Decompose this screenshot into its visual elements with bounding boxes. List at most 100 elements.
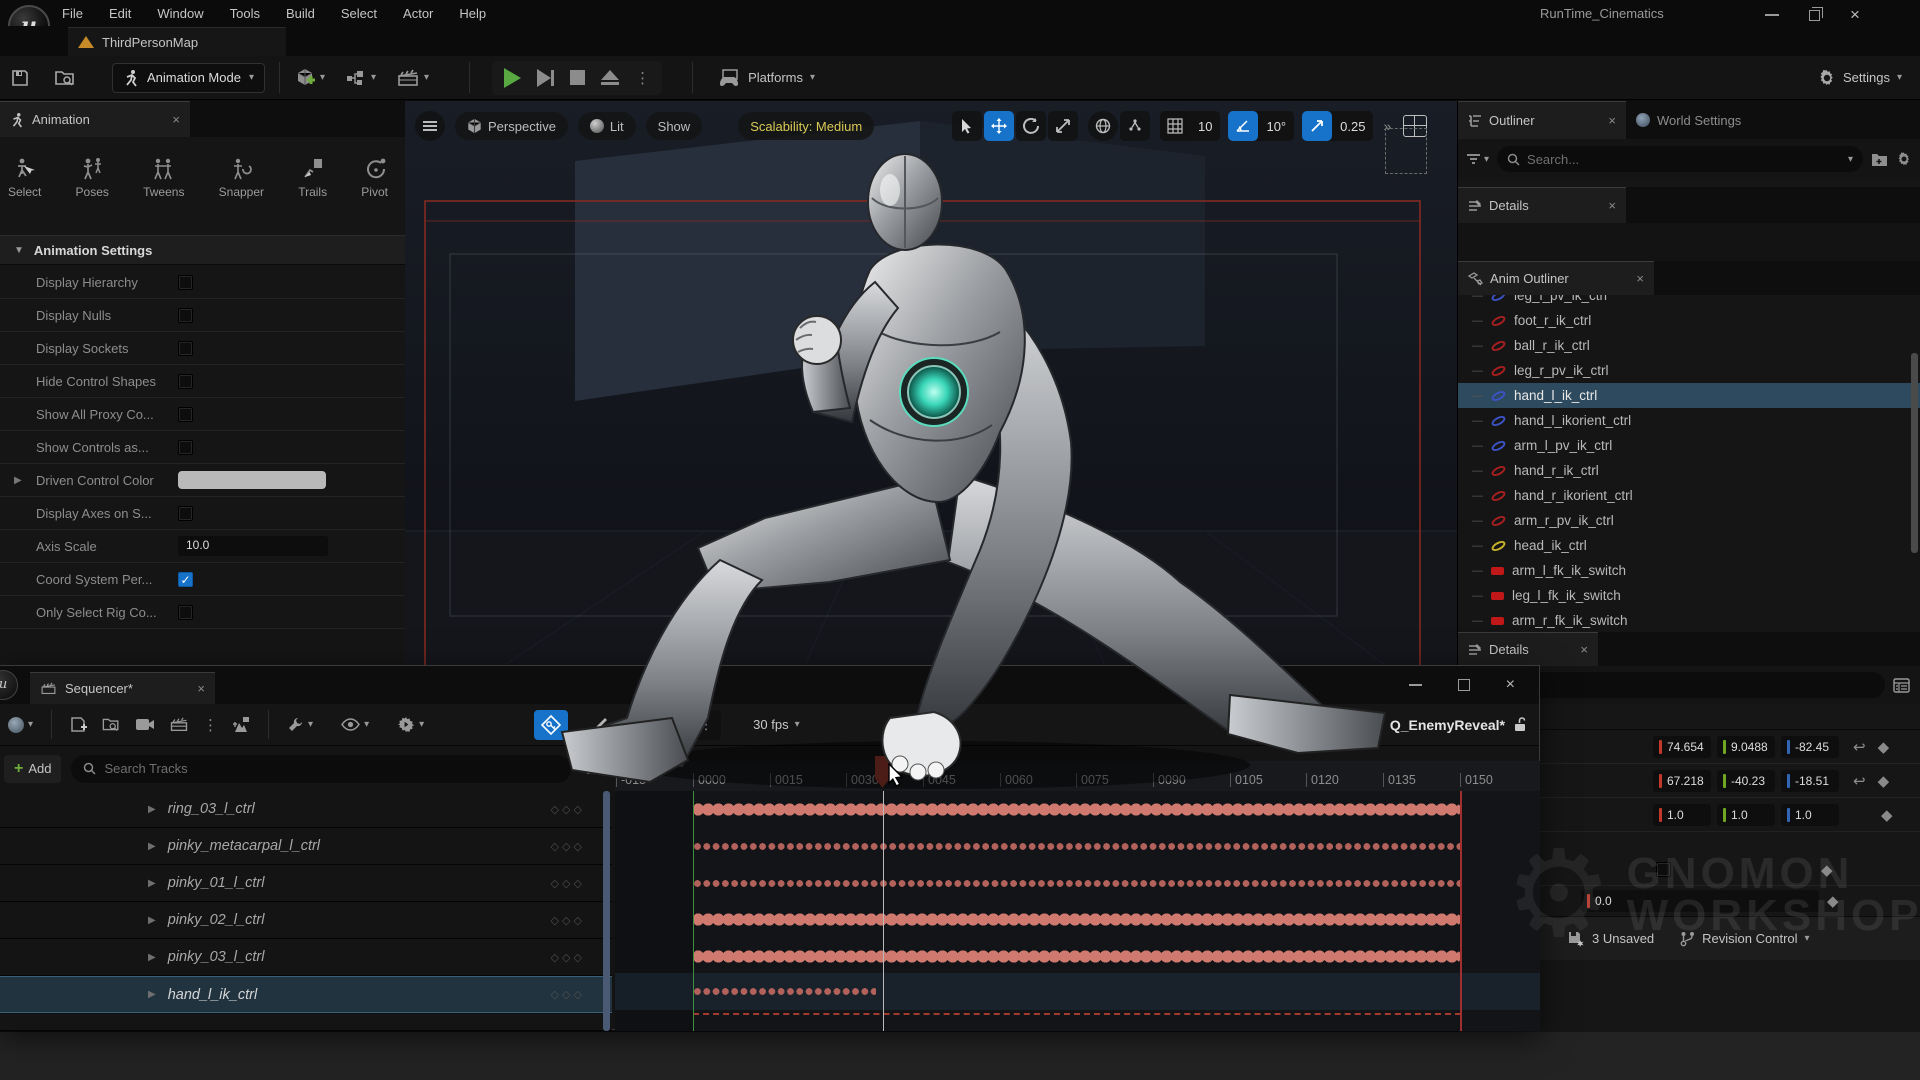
camera-icon[interactable] [135,717,155,732]
cinematics-button[interactable]: ▾ [396,68,429,88]
close-icon[interactable]: × [1580,642,1588,657]
sequencer-close-button[interactable]: × [1506,676,1515,694]
display-axes-checkbox[interactable] [178,506,193,521]
outliner-settings-icon[interactable] [1896,151,1912,167]
keyframe-diamond-icon[interactable]: ◆ [1827,892,1839,910]
tool-snapper[interactable]: Snapper [219,157,264,199]
rotation-y-field[interactable]: -40.23 [1717,770,1775,792]
track-row-selected[interactable]: ▶hand_l_ik_ctrl◇ ◇ ◇ [0,976,612,1013]
perspective-button[interactable]: Perspective [455,112,568,140]
track-row[interactable]: ▶pinky_03_l_ctrl◇ ◇ ◇ [0,939,612,976]
list-item[interactable]: —arm_r_fk_ik_switch [1458,608,1920,632]
keyframe-diamond-icon[interactable]: ◆ [1881,806,1893,824]
keyframe-diamond-icon[interactable]: ◆ [1878,738,1890,756]
lock-icon[interactable] [1513,717,1527,732]
tool-pivot[interactable]: Pivot [361,157,388,199]
revision-control-button[interactable]: Revision Control▾ [1680,931,1809,947]
tab-map[interactable]: ThirdPersonMap [68,27,286,56]
show-all-proxy-checkbox[interactable] [178,407,193,422]
list-item[interactable]: —arm_l_pv_ik_ctrl [1458,433,1920,458]
restore-button[interactable] [1809,10,1820,21]
snap-options-icon[interactable]: ⋮ [691,716,721,733]
autokey-button[interactable] [534,710,568,740]
select-tool-button[interactable] [952,111,982,141]
list-item-selected[interactable]: —hand_l_ik_ctrl [1458,383,1920,408]
tab-details-lower[interactable]: Details × [1458,632,1598,666]
world-coord-button[interactable] [1088,111,1118,141]
tool-tweens[interactable]: Tweens [143,157,184,199]
filter-button[interactable]: ▾ [1466,153,1489,165]
reset-icon[interactable]: ↩ [1853,772,1866,790]
track-row[interactable]: ▶pinky_metacarpal_l_ctrl◇ ◇ ◇ [0,828,612,865]
coord-system-checkbox[interactable]: ✓ [178,572,193,587]
play-options-icon[interactable]: ⋮ [635,69,650,87]
track-search-input[interactable]: Search Tracks [71,755,571,783]
list-item[interactable]: —hand_r_ikorient_ctrl [1458,483,1920,508]
stop-button[interactable] [570,70,585,85]
menu-help[interactable]: Help [459,6,486,21]
sequencer-settings-button[interactable]: ▾ [287,716,313,733]
close-icon[interactable]: × [1608,198,1616,213]
angle-snap-button[interactable]: 10° [1228,111,1294,141]
location-y-field[interactable]: 9.0488 [1717,736,1775,758]
list-item[interactable]: —hand_l_ikorient_ctrl [1458,408,1920,433]
create-sequence-icon[interactable] [70,716,87,733]
track-row[interactable] [0,1014,612,1031]
list-item[interactable]: —arm_l_fk_ik_switch [1458,558,1920,583]
display-nulls-checkbox[interactable] [178,308,193,323]
list-item[interactable]: —leg_l_fk_ik_switch [1458,583,1920,608]
viewport-options-button[interactable] [415,111,445,141]
mode-selector[interactable]: Animation Mode ▾ [112,63,265,93]
show-button[interactable]: Show [646,112,703,140]
move-tool-button[interactable] [984,111,1014,141]
tab-outliner[interactable]: Outliner × [1458,101,1626,139]
timeline-ruler[interactable]: -015 0000 0015 0030 0045 0060 0075 0090 … [615,761,1540,791]
play-button[interactable] [504,68,521,88]
menu-tools[interactable]: Tools [230,6,260,21]
surface-snap-button[interactable] [1120,111,1150,141]
display-options-icon[interactable] [1893,678,1910,693]
keyframes-hand-l-ik[interactable] [693,987,876,996]
keyframe-diamond-icon[interactable]: ◆ [1821,861,1833,879]
close-icon[interactable]: × [172,112,180,127]
scale-snap-button[interactable]: 0.25 [1302,111,1373,141]
keyframes-pinky-01[interactable] [693,879,1461,888]
location-x-field[interactable]: 74.654 [1653,736,1711,758]
browse-content-icon[interactable] [54,68,76,88]
menu-build[interactable]: Build [286,6,315,21]
add-track-button[interactable]: +Add [4,755,61,783]
keyframes-pinky-02[interactable] [693,912,1461,927]
scalability-button[interactable]: Scalability: Medium [738,112,874,140]
display-hierarchy-checkbox[interactable] [178,275,193,290]
scrollbar[interactable] [1911,353,1918,553]
extra-checkbox[interactable] [1656,862,1671,877]
save-icon[interactable] [10,68,30,88]
tab-anim-outliner[interactable]: Anim Outliner × [1458,261,1654,295]
lit-button[interactable]: Lit [578,112,636,140]
rotate-tool-button[interactable] [1016,111,1046,141]
overflow-menu-icon[interactable]: ⋮ [203,716,218,734]
track-row[interactable]: ▶ring_03_l_ctrl◇ ◇ ◇ [0,791,612,828]
expand-arrow-icon[interactable]: ▶ [14,475,36,486]
show-controls-as-checkbox[interactable] [178,440,193,455]
scale-x-field[interactable]: 1.0 [1653,804,1711,826]
menu-select[interactable]: Select [341,6,377,21]
unsaved-button[interactable]: 3 Unsaved [1568,931,1654,947]
list-item[interactable]: —hand_r_ik_ctrl [1458,458,1920,483]
add-actor-button[interactable]: ▾ [294,67,325,89]
curve-tool-button[interactable]: ▾ [590,716,619,733]
menu-window[interactable]: Window [157,6,203,21]
view-options-button[interactable]: ▾ [341,718,369,731]
list-item[interactable]: —head_ik_ctrl [1458,533,1920,558]
list-item[interactable]: —leg_r_pv_ik_ctrl [1458,358,1920,383]
browse-sequence-icon[interactable] [101,716,121,733]
tab-details-upper[interactable]: Details × [1458,187,1626,223]
tool-select[interactable]: Select [8,157,41,199]
chevron-down-icon[interactable]: ▾ [1848,154,1853,165]
frame-skip-button[interactable] [537,69,554,87]
tab-sequencer[interactable]: Sequencer* × [30,672,215,704]
sequencer-maximize-button[interactable] [1458,679,1470,691]
sequence-browse-world-button[interactable]: ▾ [8,717,33,733]
eject-button[interactable] [601,70,619,85]
sequencer-minimize-button[interactable] [1409,684,1422,686]
